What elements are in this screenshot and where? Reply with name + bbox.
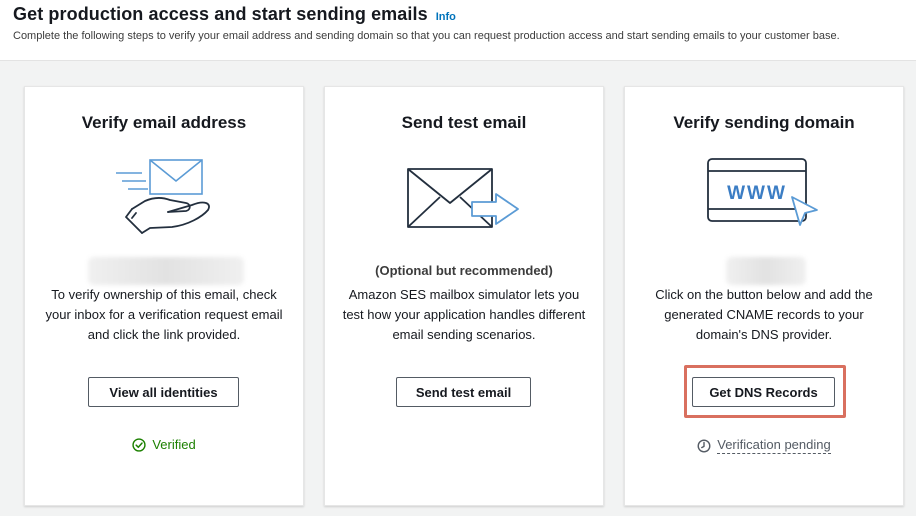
- domain-name-redacted: [726, 257, 806, 285]
- page-header: Get production access and start sending …: [0, 0, 916, 61]
- view-all-identities-button[interactable]: View all identities: [88, 377, 239, 407]
- optional-note: (Optional but recommended): [375, 263, 553, 278]
- envelope-arrow-icon: [407, 168, 519, 228]
- title-row: Get production access and start sending …: [13, 4, 903, 25]
- status-label: Verified: [152, 437, 196, 452]
- card-title: Verify email address: [81, 113, 247, 132]
- email-address-redacted: [88, 257, 244, 285]
- card-verify-domain: Verify sending domain WWW Click on the b…: [624, 86, 904, 506]
- card-title: Send test email: [401, 113, 527, 132]
- www-label: WWW: [727, 183, 787, 204]
- check-circle-icon: [132, 437, 146, 452]
- browser-www-icon: WWW: [707, 158, 818, 226]
- card-description: Amazon SES mailbox simulator lets you te…: [342, 287, 586, 342]
- get-dns-records-button[interactable]: Get DNS Records: [692, 377, 835, 407]
- page-subtitle: Complete the following steps to verify y…: [13, 30, 840, 42]
- clock-icon: [697, 439, 711, 452]
- email-hand-icon: [116, 159, 210, 234]
- card-description: Click on the button below and add the ge…: [655, 287, 873, 342]
- status-verified: Verified: [25, 437, 303, 452]
- info-link[interactable]: Info: [436, 11, 456, 23]
- card-description: To verify ownership of this email, check…: [45, 287, 283, 342]
- card-send-test-email: Send test email (Optional but recommende…: [324, 86, 604, 506]
- page-title: Get production access and start sending …: [13, 4, 428, 24]
- status-pending[interactable]: Verification pending: [625, 437, 903, 454]
- card-title: Verify sending domain: [673, 113, 855, 132]
- status-label[interactable]: Verification pending: [717, 437, 831, 454]
- card-verify-email: Verify email address To verify ownership…: [24, 86, 304, 506]
- send-test-email-button[interactable]: Send test email: [396, 377, 531, 407]
